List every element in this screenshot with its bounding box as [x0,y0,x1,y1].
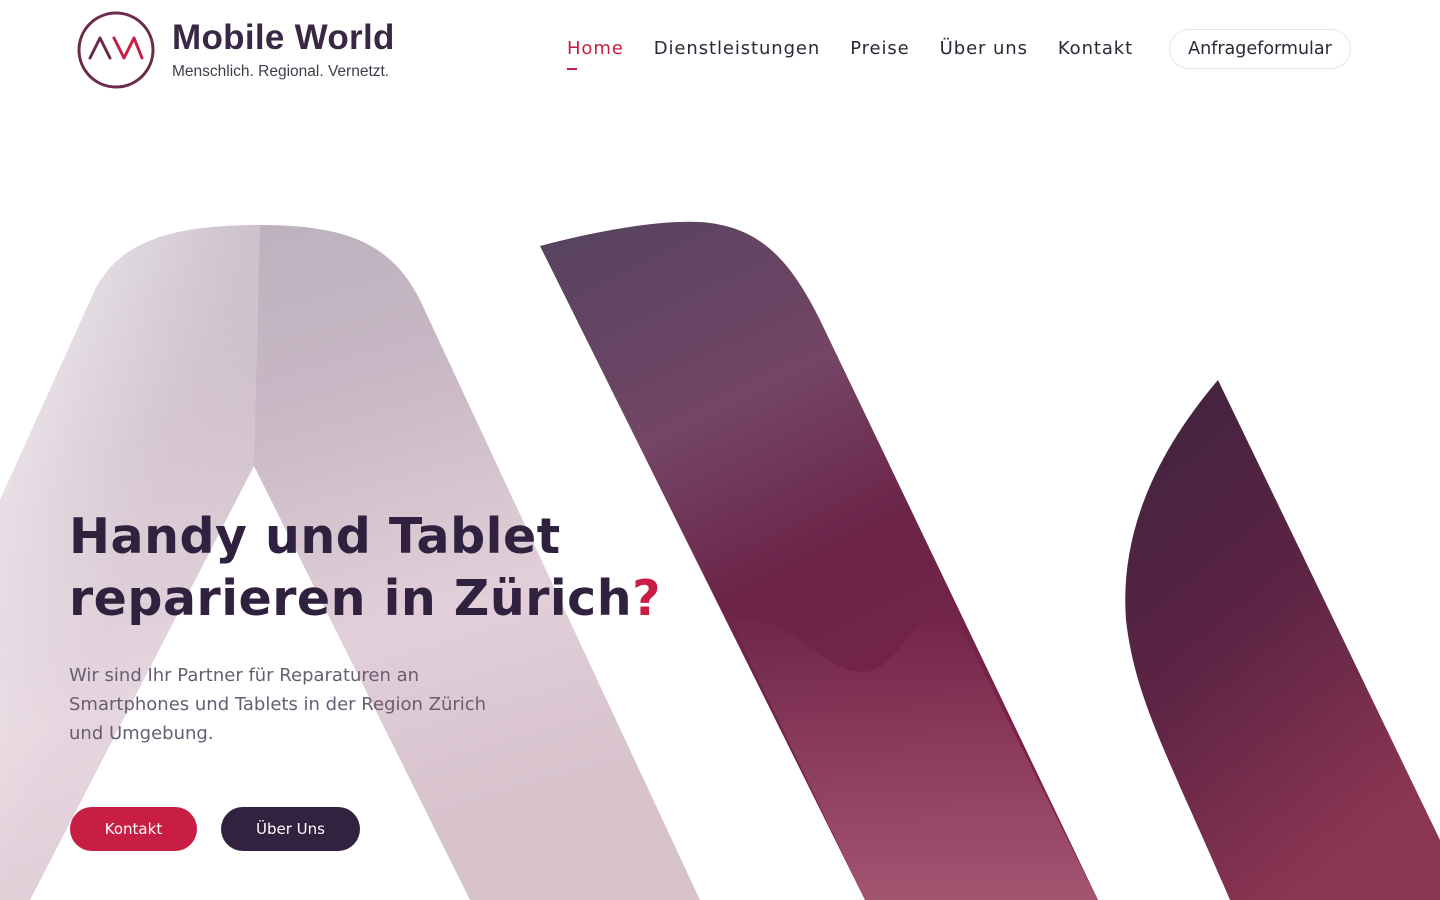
ueber-uns-button[interactable]: Über Uns [221,807,360,851]
logo[interactable]: Mobile World Menschlich. Regional. Verne… [76,10,395,90]
hero-title-question-mark: ? [632,570,662,627]
hero-title: Handy und Tablet reparieren in Zürich? [69,506,661,630]
kontakt-button[interactable]: Kontakt [70,807,197,851]
main-nav: Home Dienstleistungen Preise Über uns Ko… [567,38,1163,70]
hero-title-line2: reparieren in Zürich [69,570,633,627]
hero-title-line1: Handy und Tablet [69,508,561,565]
anfrageformular-button[interactable]: Anfrageformular [1169,29,1351,69]
logo-text: Mobile World Menschlich. Regional. Verne… [172,20,395,81]
hero-description: Wir sind Ihr Partner für Reparaturen an … [69,665,487,744]
hero-background-shapes [0,221,1440,900]
mw-logo-icon [77,11,155,89]
nav-item-ueber-uns[interactable]: Über uns [940,38,1028,60]
nav-item-kontakt[interactable]: Kontakt [1058,38,1133,60]
brand-name: Mobile World [172,17,395,57]
brand-tagline: Menschlich. Regional. Vernetzt. [172,62,390,80]
nav-item-dienstleistungen[interactable]: Dienstleistungen [654,38,820,60]
site-header: Mobile World Menschlich. Regional. Verne… [0,0,1440,100]
nav-item-preise[interactable]: Preise [850,38,909,60]
nav-item-home[interactable]: Home [567,38,624,70]
